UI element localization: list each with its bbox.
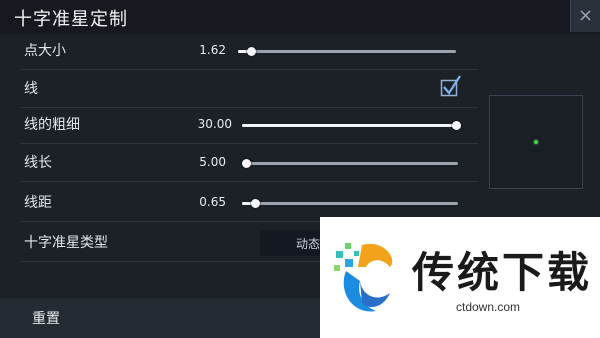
setting-row-line: 线 [20,70,478,108]
slider-knob[interactable] [247,47,257,56]
line-thickness-value: 30.00 [197,117,232,131]
slider-track [242,202,458,205]
slider-knob[interactable] [242,159,252,168]
line-length-slider[interactable] [242,159,458,168]
slider-track [242,162,458,165]
window-title: 十字准星定制 [14,9,128,30]
close-button[interactable]: × [570,0,600,32]
line-label: 线 [24,81,38,97]
slider-knob[interactable] [452,121,461,130]
line-gap-label: 线距 [24,195,52,211]
watermark-url: ctdown.com [456,300,521,314]
watermark-logo-icon [334,243,393,312]
setting-row-line-thickness: 线的粗细 30.00 [20,106,478,144]
close-icon: × [577,5,594,26]
reset-button[interactable]: 重置 [32,308,60,328]
line-thickness-label: 线的粗细 [24,117,80,133]
dot-size-value: 1.62 [199,43,226,57]
line-length-label: 线长 [24,155,52,171]
crosshair-type-label: 十字准星类型 [24,235,108,251]
slider-fill [242,124,456,127]
crosshair-dot [534,140,538,144]
slider-track [238,50,456,53]
dot-size-slider[interactable] [238,47,456,56]
setting-row-line-length: 线长 5.00 [20,144,478,182]
checkmark-icon [443,75,461,95]
crosshair-type-selected: 动态 [296,237,321,251]
dot-size-label: 点大小 [24,43,66,59]
watermark-overlay: 传统下载 ctdown.com [320,217,600,338]
watermark-title: 传统下载 [412,248,593,297]
line-checkbox[interactable] [440,75,462,97]
line-gap-slider[interactable] [242,199,458,208]
title-bar: 十字准星定制 × [0,0,600,34]
slider-knob[interactable] [250,199,260,208]
crosshair-preview [489,95,583,189]
line-length-value: 5.00 [199,155,226,169]
setting-row-dot-size: 点大小 1.62 [20,32,478,70]
line-gap-value: 0.65 [199,195,226,209]
line-thickness-slider[interactable] [242,121,461,130]
